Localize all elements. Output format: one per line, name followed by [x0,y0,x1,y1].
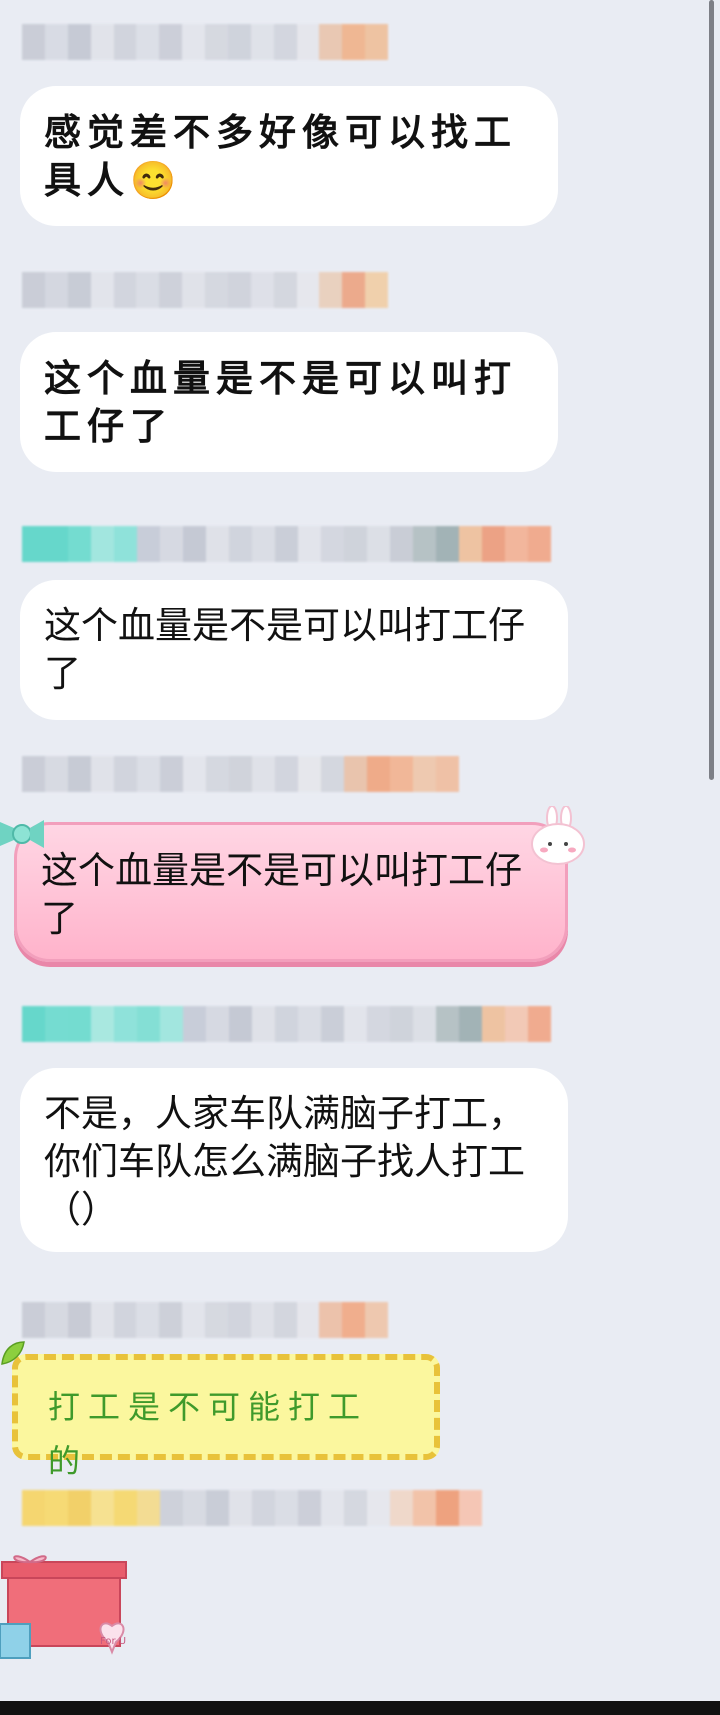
scrollbar[interactable] [709,0,714,780]
message-bubble[interactable]: 不是，人家车队满脑子打工，你们车队怎么满脑子找人打工（） [20,1068,568,1252]
sender-name-blurred [22,272,388,308]
bottom-edge [0,1701,720,1715]
sender-name-blurred [22,1490,504,1526]
leaf-icon [1,1341,25,1365]
message-bubble-pink[interactable]: 这个血量是不是可以叫打工仔了 [14,822,568,962]
gift-box-icon: For U [0,1555,127,1659]
sender-name-blurred [22,1006,572,1042]
message-bubble[interactable]: 感觉差不多好像可以找工具人😊 [20,86,558,226]
sender-name-blurred [22,756,480,792]
message-bubble[interactable]: 这个血量是不是可以叫打工仔了 [20,332,558,472]
sender-name-blurred [22,526,572,562]
candy-icon [0,820,44,848]
gift-label: For U [100,1636,126,1647]
bunny-icon [531,806,585,865]
sender-name-blurred [22,1302,388,1338]
sender-name-blurred [22,24,388,60]
message-bubble[interactable]: 这个血量是不是可以叫打工仔了 [20,580,568,720]
message-bubble-yellow[interactable]: 打工是不可能打工的 [12,1354,440,1480]
